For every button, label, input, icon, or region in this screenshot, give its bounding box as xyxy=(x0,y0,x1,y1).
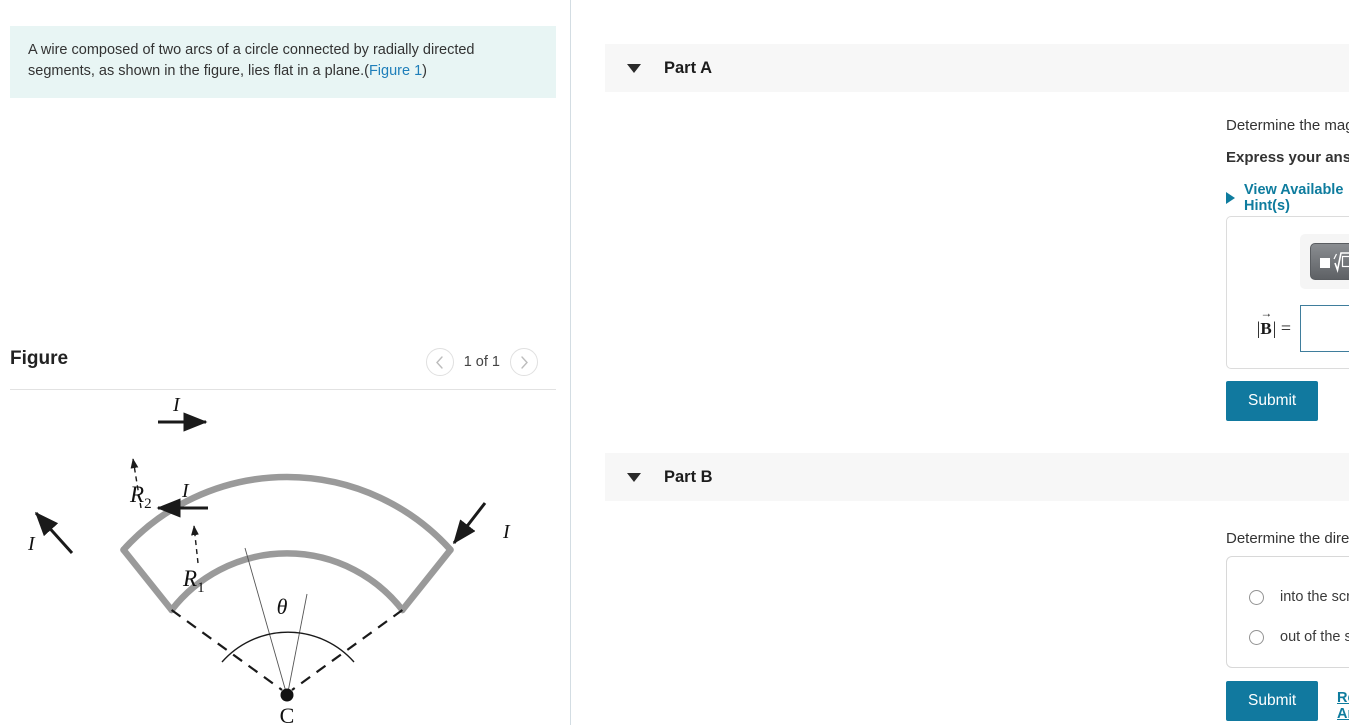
view-hints-label: View Available Hint(s) xyxy=(1244,182,1344,214)
figure-diagram: C I I I I R2 R1 θ xyxy=(10,394,556,725)
current-label-right: I xyxy=(502,521,511,543)
wire-path xyxy=(120,473,454,614)
part-b-question: Determine the direction of B at Point C xyxy=(1226,525,1349,551)
wire-arcs-diagram: C I I I I R2 R1 θ xyxy=(27,394,511,725)
radio-label-out-of-screen: out of the screen xyxy=(1280,629,1349,645)
radio-button-icon xyxy=(1249,589,1264,605)
chevron-right-icon xyxy=(520,355,528,369)
current-label-inner: I xyxy=(181,480,190,502)
R1-leader xyxy=(287,593,308,693)
part-a-label: Part A xyxy=(664,58,712,77)
radio-option-out-of-screen[interactable]: out of the screen xyxy=(1227,617,1349,657)
caret-down-icon xyxy=(627,63,641,73)
left-radial-segment xyxy=(120,546,175,614)
part-b-header[interactable]: Part B xyxy=(605,453,1349,501)
right-panel: Part A Determine the magnitude of B at P… xyxy=(572,0,1349,725)
problem-statement: A wire composed of two arcs of a circle … xyxy=(10,26,556,99)
figure-title: Figure xyxy=(10,348,69,369)
figure-next-button[interactable] xyxy=(510,348,538,376)
chevron-left-icon xyxy=(436,355,443,369)
part-b-question-pre: Determine the direction of xyxy=(1226,530,1349,547)
right-dashed-radius xyxy=(291,609,404,691)
math-template-button[interactable] xyxy=(1310,243,1349,280)
answer-row: |B| = xyxy=(1245,305,1349,352)
angle-label-theta: θ xyxy=(277,594,288,619)
outer-arc xyxy=(120,473,454,554)
radio-button-icon xyxy=(1249,629,1264,645)
view-hints-link[interactable]: View Available Hint(s) xyxy=(1226,182,1349,214)
part-a-instruction: Express your answer in terms of the vari… xyxy=(1226,145,1349,172)
caret-down-icon xyxy=(627,472,641,482)
theta-arc xyxy=(221,631,355,663)
answer-entry-panel: ΑΣφ xyxy=(1226,216,1349,369)
answer-label: |B| = xyxy=(1245,318,1300,339)
figure-navigation: 1 of 1 xyxy=(425,348,538,376)
direction-radio-group: into the screen out of the screen xyxy=(1226,556,1349,668)
current-label-outer: I xyxy=(172,398,181,416)
figure-header: Figure 1 of 1 xyxy=(10,344,556,390)
R2-leader xyxy=(244,547,287,693)
part-b-submit-button[interactable]: Submit xyxy=(1226,681,1319,721)
R1-pointer xyxy=(191,525,199,564)
radio-label-into-screen: into the screen xyxy=(1280,589,1349,605)
left-dashed-radius xyxy=(170,609,283,691)
nth-root-icon xyxy=(1320,251,1349,273)
part-a-submit-button[interactable]: Submit xyxy=(1226,381,1319,421)
right-radial-segment xyxy=(399,546,454,614)
part-a-question-pre: Determine the magnitude of xyxy=(1226,117,1349,134)
radio-option-into-screen[interactable]: into the screen xyxy=(1227,577,1349,617)
figure-1-link[interactable]: Figure 1 xyxy=(369,63,422,79)
problem-text-after: ) xyxy=(422,63,427,80)
part-b-label: Part B xyxy=(664,467,713,486)
center-point-C xyxy=(280,688,294,702)
figure-counter: 1 of 1 xyxy=(463,354,500,370)
answer-input[interactable] xyxy=(1300,305,1349,352)
caret-right-icon xyxy=(1226,192,1235,204)
current-label-left: I xyxy=(27,533,36,555)
construction-lines xyxy=(170,609,404,691)
left-panel: A wire composed of two arcs of a circle … xyxy=(0,0,571,725)
figure-prev-button[interactable] xyxy=(425,348,454,376)
right-segment-current-arrow xyxy=(452,502,487,545)
part-a-header[interactable]: Part A xyxy=(605,44,1349,92)
left-segment-current-arrow xyxy=(34,511,74,555)
math-toolbar: ΑΣφ xyxy=(1300,234,1349,289)
part-a-question: Determine the magnitude of B at Point C … xyxy=(1226,112,1349,140)
request-answer-link[interactable]: Request Answer xyxy=(1337,690,1349,722)
instruction-pre: Express your answer in terms of the vari… xyxy=(1226,149,1349,166)
answer-b-vector: B xyxy=(1260,319,1272,338)
page-root: A wire composed of two arcs of a circle … xyxy=(0,0,1349,725)
center-label-C: C xyxy=(280,703,295,725)
